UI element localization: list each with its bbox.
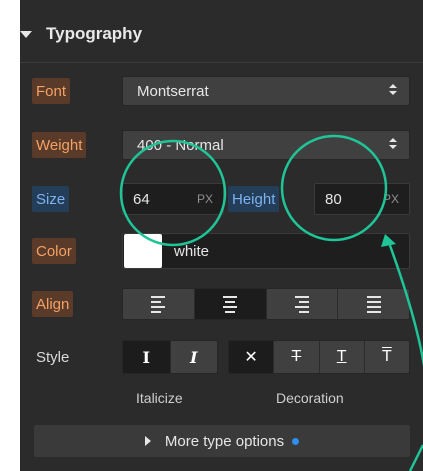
weight-value: 400 - Normal (137, 136, 224, 154)
collapse-caret-icon[interactable] (20, 30, 32, 38)
section-title: Typography (46, 24, 143, 43)
weight-select[interactable]: 400 - Normal (122, 130, 410, 160)
decoration-none-button[interactable]: ✕ (229, 341, 275, 373)
align-justify-icon (366, 295, 381, 313)
font-label: Font (32, 78, 71, 104)
font-value: Montserrat (137, 82, 209, 100)
upright-i-icon: I (142, 347, 150, 367)
header-divider (20, 62, 423, 63)
strikethrough-button[interactable]: T (274, 341, 320, 373)
color-picker[interactable]: white (122, 233, 410, 269)
align-right-icon (294, 295, 309, 313)
size-label: Size (32, 186, 70, 212)
more-type-options-button[interactable]: More type options (34, 425, 410, 457)
align-label: Align (32, 291, 74, 317)
align-right-button[interactable] (267, 289, 339, 319)
size-value: 64 (133, 190, 150, 208)
select-arrows-icon (389, 138, 397, 149)
color-label: Color (32, 238, 76, 264)
color-value: white (174, 242, 210, 260)
underline-button[interactable]: T (320, 341, 365, 373)
overline-button[interactable]: T (365, 341, 409, 373)
size-unit[interactable]: PX (197, 192, 223, 206)
align-justify-button[interactable] (338, 289, 409, 319)
align-center-button[interactable] (194, 289, 267, 319)
height-label: Height (228, 186, 280, 212)
align-center-icon (223, 295, 238, 313)
size-input[interactable]: 64 PX (122, 183, 224, 215)
align-button-group (122, 288, 410, 320)
expand-triangle-icon (144, 436, 151, 446)
section-header[interactable]: Typography (20, 16, 142, 52)
height-input[interactable]: 80 PX (314, 183, 410, 215)
italic-i-icon: I (190, 347, 198, 367)
weight-label: Weight (32, 132, 87, 158)
select-arrows-icon (389, 84, 397, 95)
decoration-button-group: ✕ T T T (228, 340, 410, 374)
more-type-options-label: More type options (164, 432, 285, 450)
color-swatch[interactable] (124, 234, 162, 268)
left-edge-strip (0, 0, 20, 471)
font-select[interactable]: Montserrat (122, 76, 410, 106)
align-left-icon (151, 295, 166, 313)
strikethrough-icon: T (291, 348, 302, 365)
indicator-dot-icon (292, 437, 300, 445)
overline-icon: T (381, 348, 392, 365)
italic-on-button[interactable]: I (171, 341, 218, 373)
italicize-caption: Italicize (136, 390, 183, 406)
height-unit[interactable]: PX (383, 192, 409, 206)
annotation-arrow-tail (408, 444, 423, 471)
underline-icon: T (336, 348, 347, 365)
height-value: 80 (325, 190, 342, 208)
close-x-icon: ✕ (244, 349, 258, 366)
style-label: Style (36, 348, 70, 366)
decoration-caption: Decoration (276, 390, 344, 406)
italic-off-button[interactable]: I (123, 341, 171, 373)
italic-button-group: I I (122, 340, 218, 374)
align-left-button[interactable] (123, 289, 195, 319)
